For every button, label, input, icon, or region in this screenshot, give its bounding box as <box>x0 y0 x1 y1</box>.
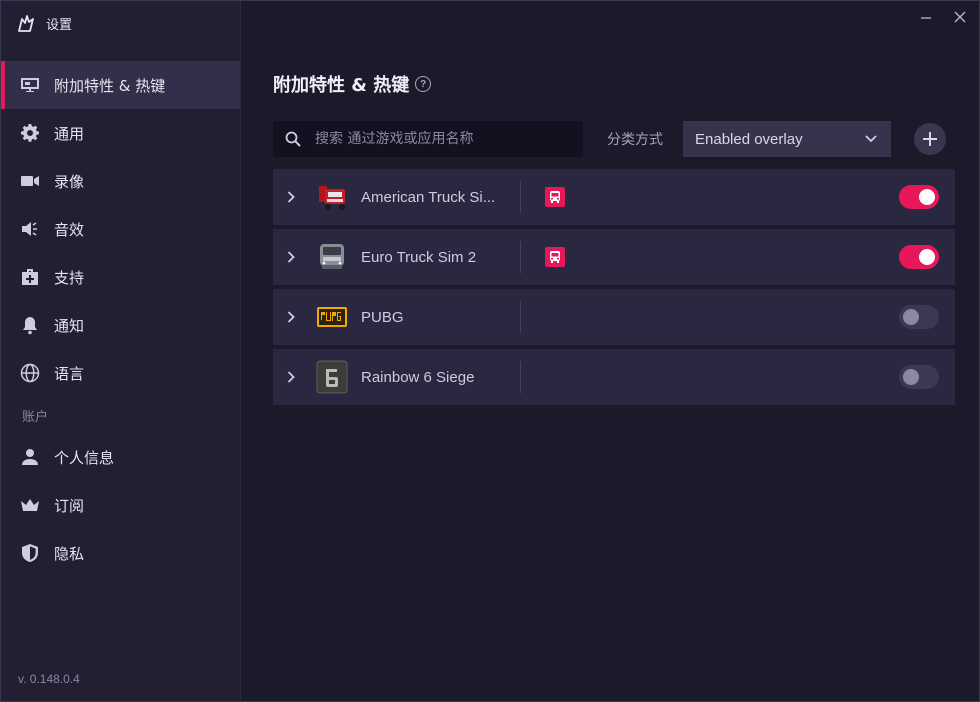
sidebar-item-label: 通用 <box>54 124 85 143</box>
close-icon <box>954 11 966 23</box>
version-text: v. 0.148.0.4 <box>18 672 80 686</box>
window-title: 设置 <box>46 17 73 33</box>
minimize-icon <box>921 17 931 19</box>
sidebar-item-subscription[interactable]: 订阅 <box>1 481 240 529</box>
app-logo-icon <box>18 15 34 32</box>
game-list: American Truck Si... Euro Truck Sim 2 PU… <box>273 169 955 409</box>
plus-icon <box>923 132 937 146</box>
bus-badge-icon <box>545 247 565 267</box>
toggle-knob <box>903 369 919 385</box>
game-name: PUBG <box>361 308 404 326</box>
game-row: Rainbow 6 Siege <box>273 349 955 405</box>
toggle-knob <box>903 309 919 325</box>
chevron-right-icon <box>287 191 295 203</box>
american-truck-icon <box>315 180 349 214</box>
globe-icon <box>19 362 41 384</box>
add-game-button[interactable] <box>914 123 946 155</box>
shield-icon <box>19 542 41 564</box>
video-camera-icon <box>19 170 41 192</box>
game-name: American Truck Si... <box>361 188 496 206</box>
main-panel: 附加特性 & 热键 ? 分类方式 Enabled overlay <box>241 1 979 701</box>
account-section-label: 账户 <box>22 409 49 425</box>
chevron-right-icon <box>287 371 295 383</box>
sidebar-item-label: 附加特性 & 热键 <box>54 76 166 95</box>
sidebar-item-label: 录像 <box>54 172 85 191</box>
expand-button[interactable] <box>287 311 315 323</box>
game-row: PUBG <box>273 289 955 345</box>
sidebar: 设置 附加特性 & 热键 通用 录像 音效 支持 通知 语言 账户 个人信息 订… <box>1 1 241 701</box>
minimize-button[interactable] <box>915 7 937 27</box>
gear-icon <box>19 122 41 144</box>
sidebar-item-label: 隐私 <box>54 544 85 563</box>
sidebar-item-label: 通知 <box>54 316 85 335</box>
bus-badge-icon <box>545 187 565 207</box>
page-title: 附加特性 & 热键 ? <box>273 71 432 97</box>
crown-icon <box>19 494 41 516</box>
overlay-icon <box>19 74 41 96</box>
expand-button[interactable] <box>287 251 315 263</box>
game-row: American Truck Si... <box>273 169 955 225</box>
sidebar-item-profile[interactable]: 个人信息 <box>1 433 240 481</box>
row-divider <box>520 181 521 213</box>
overlay-toggle[interactable] <box>899 185 939 209</box>
row-divider <box>520 241 521 273</box>
game-row: Euro Truck Sim 2 <box>273 229 955 285</box>
pubg-icon <box>315 300 349 334</box>
window-controls <box>915 7 971 27</box>
game-name: Rainbow 6 Siege <box>361 368 475 386</box>
sidebar-item-label: 个人信息 <box>54 448 115 467</box>
sidebar-item-notifications[interactable]: 通知 <box>1 301 240 349</box>
sidebar-item-label: 语言 <box>54 364 85 383</box>
chevron-right-icon <box>287 311 295 323</box>
sort-dropdown[interactable]: Enabled overlay <box>683 121 891 157</box>
sidebar-item-label: 音效 <box>54 220 85 239</box>
chevron-down-icon <box>865 135 877 143</box>
search-input[interactable] <box>315 131 565 147</box>
page-title-text: 附加特性 & 热键 <box>273 75 410 96</box>
sidebar-item-general[interactable]: 通用 <box>1 109 240 157</box>
toggle-knob <box>919 189 935 205</box>
row-divider <box>520 301 521 333</box>
sort-label: 分类方式 <box>607 132 663 148</box>
expand-button[interactable] <box>287 371 315 383</box>
sidebar-item-label: 支持 <box>54 268 85 287</box>
user-icon <box>19 446 41 468</box>
sidebar-nav: 附加特性 & 热键 通用 录像 音效 支持 通知 语言 账户 个人信息 订阅 隐… <box>1 61 240 577</box>
speaker-icon <box>19 218 41 240</box>
chevron-right-icon <box>287 251 295 263</box>
toggle-knob <box>919 249 935 265</box>
close-button[interactable] <box>949 7 971 27</box>
rainbow-six-icon <box>315 360 349 394</box>
search-icon <box>285 131 301 147</box>
overlay-toggle[interactable] <box>899 365 939 389</box>
sidebar-item-label: 订阅 <box>54 496 85 515</box>
help-icon[interactable]: ? <box>415 76 432 92</box>
game-name: Euro Truck Sim 2 <box>361 248 477 266</box>
sidebar-item-recording[interactable]: 录像 <box>1 157 240 205</box>
row-divider <box>520 361 521 393</box>
bell-icon <box>19 314 41 336</box>
sort-dropdown-value: Enabled overlay <box>695 130 803 148</box>
overlay-toggle[interactable] <box>899 245 939 269</box>
euro-truck-icon <box>315 240 349 274</box>
sidebar-item-support[interactable]: 支持 <box>1 253 240 301</box>
sidebar-item-sound[interactable]: 音效 <box>1 205 240 253</box>
sidebar-item-overlay-hotkeys[interactable]: 附加特性 & 热键 <box>1 61 240 109</box>
sidebar-item-privacy[interactable]: 隐私 <box>1 529 240 577</box>
sidebar-item-language[interactable]: 语言 <box>1 349 240 397</box>
search-box <box>273 121 583 157</box>
settings-window: 设置 附加特性 & 热键 通用 录像 音效 支持 通知 语言 账户 个人信息 订… <box>0 0 980 702</box>
medkit-icon <box>19 266 41 288</box>
sidebar-header: 设置 <box>1 1 240 45</box>
overlay-toggle[interactable] <box>899 305 939 329</box>
expand-button[interactable] <box>287 191 315 203</box>
